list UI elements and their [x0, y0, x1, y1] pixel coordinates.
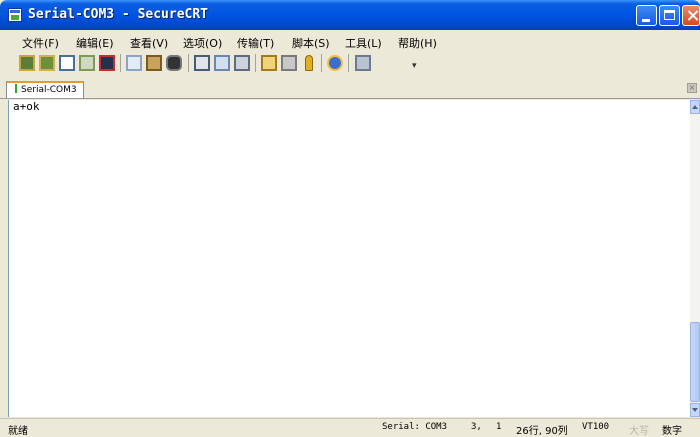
toolbar-separator: [321, 54, 322, 72]
global-options-icon[interactable]: [281, 55, 297, 71]
connect-icon[interactable]: [19, 55, 35, 71]
menu-view[interactable]: 查看(V): [130, 35, 168, 51]
paste-icon[interactable]: [146, 55, 162, 71]
quick-connect-icon[interactable]: [39, 55, 55, 71]
toolbar-overflow-icon[interactable]: ▾: [412, 61, 417, 71]
status-cursor-row: 3,: [471, 422, 482, 432]
find-icon[interactable]: [166, 55, 182, 71]
status-bar: 就绪 Serial: COM3 3, 1 26行, 90列 VT100 大写 数…: [0, 418, 700, 437]
scroll-down-icon[interactable]: [690, 403, 700, 417]
reconnect-icon[interactable]: [79, 55, 95, 71]
connect-in-tab-icon[interactable]: [59, 55, 75, 71]
menu-transfer[interactable]: 传输(T): [237, 35, 274, 51]
tab-serial-com3[interactable]: Serial-COM3: [6, 81, 84, 98]
copy-icon[interactable]: [126, 55, 142, 71]
sftp-icon[interactable]: [355, 55, 371, 71]
status-connection: Serial: COM3: [382, 422, 448, 432]
tab-bar: Serial-COM3 ×: [0, 78, 700, 99]
menu-tools[interactable]: 工具(L): [345, 35, 382, 51]
maximize-button[interactable]: [659, 5, 680, 26]
scrollbar-thumb[interactable]: [690, 322, 700, 402]
securecrt-app-icon[interactable]: [8, 8, 22, 22]
title-bar[interactable]: Serial-COM3 - SecureCRT: [0, 0, 700, 30]
terminal-line: a+ok: [13, 100, 40, 113]
toolbar-separator: [348, 54, 349, 72]
menu-bar: 文件(F) 编辑(E) 查看(V) 选项(O) 传输(T) 脚本(S) 工具(L…: [0, 31, 700, 51]
session-options-icon[interactable]: [261, 55, 277, 71]
toolbar-separator: [120, 54, 121, 72]
minimize-button[interactable]: [636, 5, 657, 26]
status-emulation: VT100: [582, 422, 610, 432]
toolbar-separator: [255, 54, 256, 72]
window-title: Serial-COM3 - SecureCRT: [28, 7, 209, 22]
vertical-scrollbar[interactable]: [690, 100, 700, 417]
menu-help[interactable]: 帮助(H): [398, 35, 437, 51]
menu-file[interactable]: 文件(F): [22, 35, 59, 51]
menu-edit[interactable]: 编辑(E): [76, 35, 114, 51]
status-cursor-col: 1: [496, 422, 502, 432]
toolbar: ▾: [0, 51, 700, 77]
connection-status-icon: [15, 84, 17, 93]
disconnect-icon[interactable]: [99, 55, 115, 71]
menu-script[interactable]: 脚本(S): [292, 35, 330, 51]
tab-label: Serial-COM3: [21, 85, 77, 95]
print-icon[interactable]: [194, 55, 210, 71]
help-icon[interactable]: [327, 55, 343, 71]
terminal-area[interactable]: a+ok: [8, 100, 690, 417]
print-screen-icon[interactable]: [214, 55, 230, 71]
close-button[interactable]: [682, 5, 700, 26]
scroll-up-icon[interactable]: [690, 100, 700, 114]
print-selection-icon[interactable]: [234, 55, 250, 71]
menu-options[interactable]: 选项(O): [183, 35, 222, 51]
close-tab-icon[interactable]: ×: [687, 83, 697, 93]
key-map-icon[interactable]: [305, 55, 313, 71]
toolbar-separator: [188, 54, 189, 72]
